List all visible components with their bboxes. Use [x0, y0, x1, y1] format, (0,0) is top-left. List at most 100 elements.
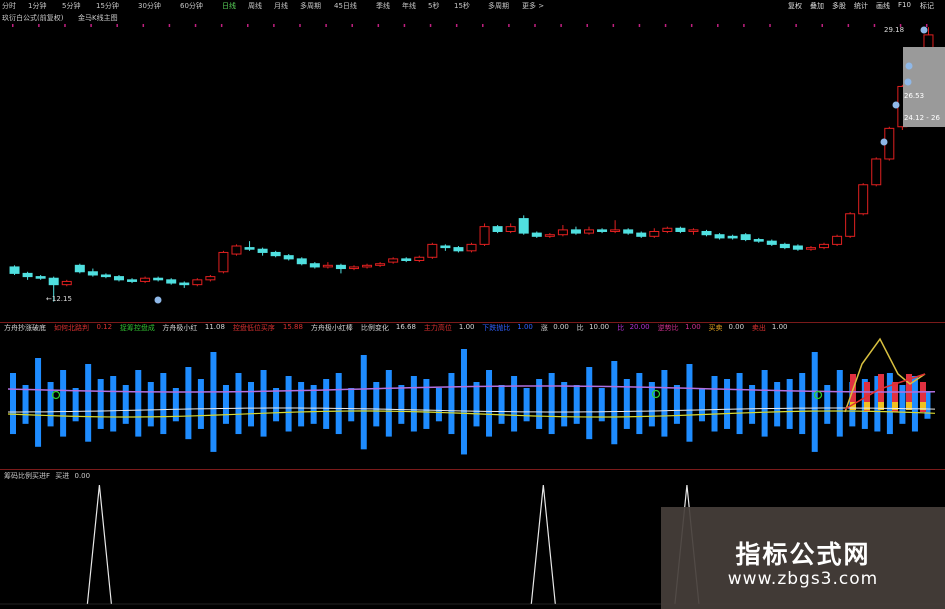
indicator1-label-25: 卖出: [751, 324, 766, 332]
period-tab-9[interactable]: 多周期: [300, 1, 321, 11]
candle: [205, 274, 216, 282]
indicator1-label-6: 控盘低位买序: [232, 324, 275, 332]
indicator1-bar: [473, 406, 480, 427]
indicator1-header: 方舟抄涨破底 如何北路判 0.12 捉筹控盘成 方舟极小红 11.08 控盘低位买序 15.8…: [4, 323, 944, 334]
toolbar-right-1[interactable]: 叠加: [810, 1, 824, 11]
indicator1-bar: [836, 370, 843, 406]
indicator1-label-23: 买卖: [708, 324, 723, 332]
candle: [766, 239, 777, 246]
indicator1-label-16: 0.00: [553, 323, 569, 331]
candle: [283, 254, 294, 261]
toolbar-right-0[interactable]: 复权: [788, 1, 802, 11]
candle: [414, 255, 425, 263]
indicator1-bar: [786, 406, 793, 429]
candle: [179, 281, 190, 288]
toolbar-right-5[interactable]: F10: [898, 1, 911, 9]
indicator1-bar: [761, 406, 768, 437]
signal-tick: [821, 24, 823, 27]
candle: [192, 278, 203, 287]
period-tab-15[interactable]: 多周期: [488, 1, 509, 11]
period-tab-13[interactable]: 5秒: [428, 1, 439, 11]
price-chart[interactable]: 26.53 24.12 - 26 29.18 ←12.15: [0, 12, 945, 322]
candle: [100, 273, 111, 279]
signal-tick: [12, 24, 14, 27]
indicator1-bar: [573, 406, 580, 424]
toolbar-right-6[interactable]: 标记: [920, 1, 934, 11]
candle: [636, 231, 647, 238]
signal-tick: [743, 24, 745, 27]
signal-tick: [847, 24, 850, 27]
period-tab-6[interactable]: 日线: [222, 1, 236, 11]
indicator1-bar: [185, 367, 192, 406]
indicator1-bar: [698, 406, 705, 422]
period-tab-10[interactable]: 45日线: [334, 1, 357, 11]
indicator1-bar: [799, 406, 806, 435]
indicator1-label-8: 方舟极小红棒: [310, 324, 353, 332]
low-price-label: ←12.15: [46, 295, 72, 303]
indicator1-bar: [749, 385, 756, 406]
period-tab-0[interactable]: 分时: [2, 1, 16, 11]
indicator2-spike: [530, 484, 556, 605]
candle: [296, 257, 307, 266]
indicator1-bar: [210, 406, 217, 452]
period-tab-3[interactable]: 15分钟: [96, 1, 119, 11]
indicator1-label-3: 捉筹控盘成: [119, 324, 155, 332]
signal-tick: [455, 24, 458, 27]
indicator1-bar: [523, 388, 530, 406]
indicator1-bar: [248, 382, 255, 406]
period-tab-1[interactable]: 1分钟: [28, 1, 46, 11]
indicator1-bar: [611, 361, 618, 406]
candle: [270, 250, 281, 258]
indicator1-bar: [636, 406, 643, 435]
indicator1-label-9: 比例变化: [360, 324, 389, 332]
signal-tick: [38, 24, 40, 27]
toolbar-right-4[interactable]: 画线: [876, 1, 890, 11]
candle: [61, 279, 72, 287]
signal-tick: [534, 24, 536, 27]
toolbar-right-3[interactable]: 统计: [854, 1, 868, 11]
marker-dot: [154, 296, 162, 304]
candle: [623, 228, 634, 235]
candle: [322, 262, 333, 269]
indicator1-chart[interactable]: [0, 334, 945, 469]
indicator1-bar: [72, 406, 79, 422]
indicator1-bar: [536, 379, 543, 406]
signal-tick: [612, 24, 615, 27]
candle: [544, 233, 555, 238]
toolbar-right-2[interactable]: 多股: [832, 1, 846, 11]
indicator1-label-13: 下跌抛比: [482, 324, 511, 332]
indicator1-bar: [573, 385, 580, 406]
candle: [479, 223, 490, 246]
indicator1-bar: [147, 406, 154, 427]
period-tab-5[interactable]: 60分钟: [180, 1, 203, 11]
indicator1-bar: [824, 406, 831, 424]
period-tab-12[interactable]: 年线: [402, 1, 416, 11]
signal-tick: [638, 24, 641, 27]
candle: [9, 265, 20, 275]
candle: [22, 271, 33, 280]
candle: [871, 157, 882, 187]
indicator1-label-22: 1.00: [685, 323, 701, 331]
indicator1-label-12: 1.00: [458, 323, 475, 331]
indicator1-bar: [97, 406, 104, 429]
period-tab-8[interactable]: 月线: [274, 1, 288, 11]
candle: [714, 233, 725, 240]
period-tab-7[interactable]: 周线: [248, 1, 262, 11]
candle: [453, 245, 464, 253]
divider-ind1-ind2: [0, 469, 945, 470]
period-tab-4[interactable]: 30分钟: [138, 1, 161, 11]
indicator1-bar: [285, 406, 292, 432]
indicator1-bar: [811, 406, 818, 452]
period-tab-14[interactable]: 15秒: [454, 1, 470, 11]
signal-tick: [717, 24, 719, 27]
period-tab-11[interactable]: 季线: [376, 1, 390, 11]
indicator1-bar: [248, 406, 255, 427]
annotation-1: 26.53: [904, 92, 924, 100]
indicator1-bar: [636, 373, 643, 406]
period-tab-2[interactable]: 5分钟: [62, 1, 80, 11]
period-tab-16[interactable]: 更多 >: [522, 1, 544, 11]
indicator1-bar: [60, 370, 67, 406]
indicator1-bar: [435, 388, 442, 406]
signal-tick: [194, 24, 197, 27]
indicator1-label-2: 0.12: [96, 323, 113, 331]
